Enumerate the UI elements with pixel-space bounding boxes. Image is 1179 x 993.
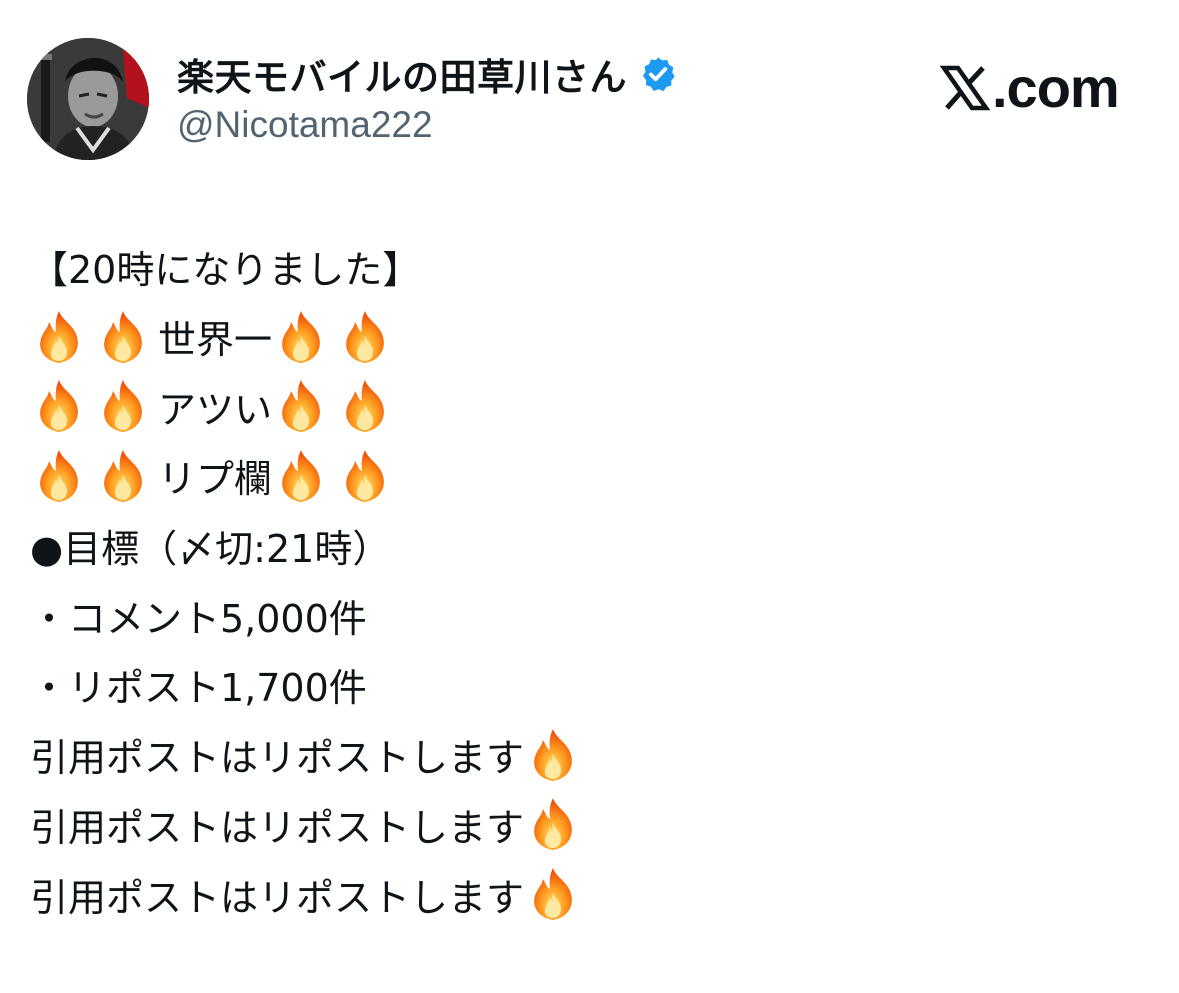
display-name[interactable]: 楽天モバイルの田草川さん bbox=[177, 47, 627, 101]
fire-emoji-icon bbox=[528, 797, 578, 851]
fire-emoji-icon bbox=[340, 310, 390, 364]
post-text: ・コメント5,000件 bbox=[30, 596, 367, 641]
fire-emoji-icon bbox=[34, 379, 84, 433]
post-text: 引用ポストはリポストします bbox=[30, 736, 525, 781]
verified-badge-icon bbox=[639, 55, 677, 93]
fire-emoji-icon bbox=[528, 728, 578, 782]
post-text: アツい bbox=[158, 387, 273, 432]
samurai-portrait-avatar bbox=[27, 38, 149, 160]
fire-emoji-icon bbox=[98, 449, 148, 503]
post-line: 引用ポストはリポストします bbox=[30, 790, 1150, 860]
fire-emoji-icon bbox=[276, 449, 326, 503]
fire-emoji-icon bbox=[276, 379, 326, 433]
post-line: リプ欄 bbox=[30, 441, 1150, 511]
fire-emoji-icon bbox=[98, 310, 148, 364]
post-text: 引用ポストはリポストします bbox=[30, 875, 525, 920]
avatar[interactable] bbox=[27, 38, 149, 160]
fire-emoji-icon bbox=[340, 379, 390, 433]
post-line: 【20時になりました】 bbox=[30, 232, 1150, 302]
post-line: ・コメント5,000件 bbox=[30, 580, 1150, 650]
fire-emoji-icon bbox=[340, 449, 390, 503]
fire-emoji-icon bbox=[98, 379, 148, 433]
post-text: リプ欄 bbox=[158, 457, 273, 502]
post-line: アツい bbox=[30, 371, 1150, 441]
post-line: 引用ポストはリポストします bbox=[30, 720, 1150, 790]
post-line: 引用ポストはリポストします bbox=[30, 859, 1150, 929]
post-text: 世界一 bbox=[158, 318, 273, 363]
post-line: ●目標（〆切:21時） bbox=[30, 511, 1150, 581]
x-logo-icon bbox=[940, 65, 990, 111]
fire-emoji-icon bbox=[34, 449, 84, 503]
post-text: 【20時になりました】 bbox=[30, 248, 421, 293]
post-text: ●目標（〆切:21時） bbox=[30, 527, 391, 572]
post-body: 【20時になりました】 世界一 アツい リプ欄 ●目標（〆切:21時） ・コメン… bbox=[30, 232, 1150, 929]
post-header: 楽天モバイルの田草川さん @Nicotama222 .com bbox=[0, 0, 1179, 180]
name-row: 楽天モバイルの田草川さん bbox=[177, 48, 677, 100]
post-text: ・リポスト1,700件 bbox=[30, 666, 367, 711]
fire-emoji-icon bbox=[34, 310, 84, 364]
post-text: 引用ポストはリポストします bbox=[30, 805, 525, 850]
x-site-domain: .com bbox=[992, 56, 1120, 119]
user-handle[interactable]: @Nicotama222 bbox=[177, 104, 433, 146]
fire-emoji-icon bbox=[276, 310, 326, 364]
post-line: ・リポスト1,700件 bbox=[30, 650, 1150, 720]
x-site-logo: .com bbox=[940, 56, 1120, 119]
fire-emoji-icon bbox=[528, 867, 578, 921]
post-line: 世界一 bbox=[30, 302, 1150, 372]
